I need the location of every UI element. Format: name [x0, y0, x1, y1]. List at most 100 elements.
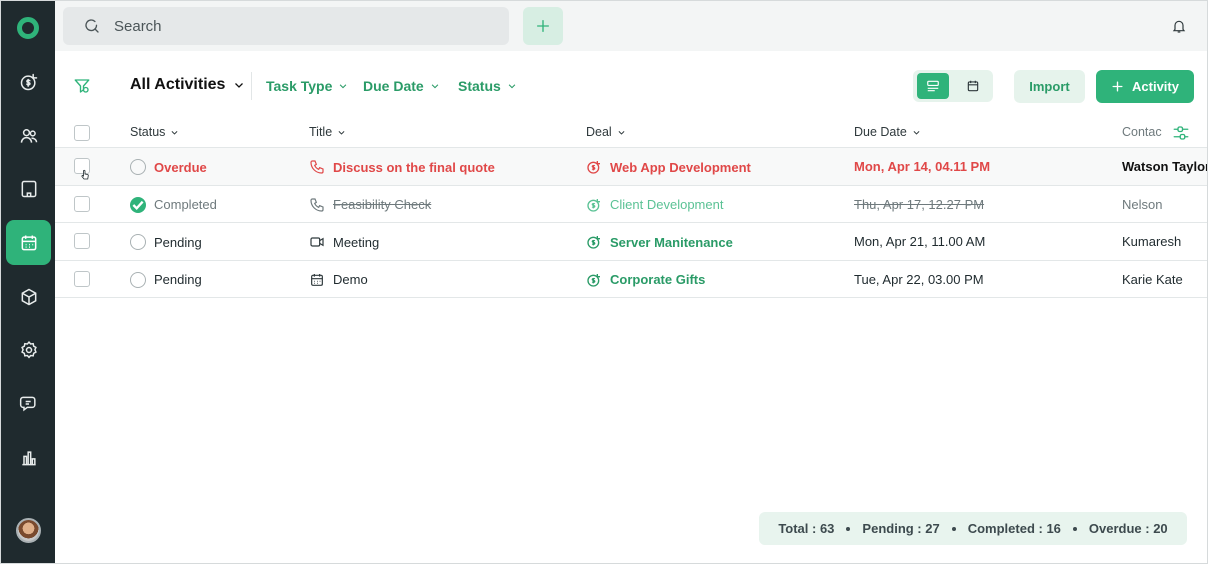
search-icon	[85, 19, 99, 33]
contact-cell[interactable]: Kumaresh	[1122, 234, 1181, 249]
column-header-due-date[interactable]: Due Date	[854, 125, 921, 139]
title-cell[interactable]: Meeting	[309, 234, 379, 250]
row-checkbox[interactable]	[74, 270, 90, 287]
status-cell: Overdue	[130, 159, 207, 175]
summary-bar: Total : 63 Pending : 27 Completed : 16 O…	[759, 512, 1187, 545]
calendar-view-button[interactable]	[957, 73, 989, 99]
deal-cell[interactable]: Client Development	[586, 197, 723, 213]
column-header-label: Contac	[1122, 125, 1162, 139]
list-view-icon	[927, 80, 939, 92]
bar-chart-icon	[21, 450, 36, 465]
column-header-status[interactable]: Status	[130, 125, 179, 139]
add-activity-label: Activity	[1132, 79, 1179, 94]
chevron-down-icon	[508, 84, 516, 89]
view-title: All Activities	[130, 76, 226, 93]
deal-link: Client Development	[610, 197, 724, 212]
table-row[interactable]: Overdue Discuss on the final quote Web A…	[55, 148, 1207, 186]
deal-link: Server Manitenance	[610, 234, 733, 250]
phone-icon	[310, 197, 324, 212]
sidebar-item-contacts[interactable]	[6, 113, 51, 158]
contact-cell[interactable]: Karie Kate	[1122, 272, 1183, 287]
video-icon	[310, 237, 324, 247]
chevron-down-icon	[431, 84, 438, 89]
chevron-down-icon	[171, 130, 178, 135]
filter-status[interactable]: Status	[458, 78, 517, 94]
activities-table: Status Title Deal Due Date Contac Overdu…	[55, 117, 1207, 298]
sidebar-item-products[interactable]	[6, 274, 51, 319]
chevron-down-icon	[235, 83, 244, 88]
deal-target-icon	[587, 198, 600, 212]
list-view-button[interactable]	[917, 73, 949, 99]
sidebar-item-activities[interactable]	[6, 220, 51, 265]
view-toggle	[913, 70, 993, 102]
table-row[interactable]: Completed Feasibility Check Client Devel…	[55, 186, 1207, 223]
title-label: Demo	[333, 272, 368, 287]
sidebar-item-reports[interactable]	[6, 435, 51, 480]
due-date-cell: Thu, Apr 17, 12.27 PM	[854, 196, 985, 212]
column-header-deal[interactable]: Deal	[586, 125, 626, 139]
due-date-cell: Mon, Apr 14, 04.11 PM	[854, 159, 991, 174]
title-cell[interactable]: Discuss on the final quote	[309, 159, 495, 175]
deal-cell[interactable]: Web App Development	[586, 159, 751, 175]
app-logo[interactable]	[17, 17, 39, 39]
filter-due-date[interactable]: Due Date	[363, 78, 440, 94]
column-header-label: Due Date	[854, 125, 907, 139]
deal-cell[interactable]: Corporate Gifts	[586, 272, 705, 288]
row-checkbox[interactable]	[74, 233, 90, 249]
deal-target-icon	[587, 161, 600, 174]
users-icon	[20, 128, 37, 143]
hand-cursor-icon	[81, 169, 89, 180]
chevron-down-icon	[338, 130, 345, 135]
filter-task-type[interactable]: Task Type	[266, 78, 348, 94]
summary-completed: Completed : 16	[967, 521, 1061, 536]
filter-icon[interactable]	[73, 77, 91, 95]
title-label: Feasibility Check	[333, 197, 432, 212]
status-toggle[interactable]	[130, 271, 146, 288]
deal-link: Corporate Gifts	[610, 272, 706, 287]
column-header-contact[interactable]: Contac	[1122, 125, 1162, 139]
status-toggle[interactable]	[130, 234, 146, 250]
status-cell: Completed	[130, 196, 217, 213]
summary-pending: Pending : 27	[862, 521, 940, 536]
column-header-title[interactable]: Title	[309, 125, 346, 139]
title-cell[interactable]: Demo	[309, 272, 368, 288]
bell-icon[interactable]	[1171, 17, 1187, 35]
due-date-cell: Tue, Apr 22, 03.00 PM	[854, 271, 984, 287]
building-icon	[21, 180, 36, 197]
separator-dot	[1072, 526, 1077, 531]
top-bar: Search	[55, 1, 1207, 51]
select-all-checkbox[interactable]	[74, 125, 90, 141]
deal-target-icon	[587, 273, 600, 287]
sidebar-item-deals[interactable]	[6, 59, 51, 104]
quick-add-button[interactable]	[523, 7, 563, 45]
import-button[interactable]: Import	[1014, 70, 1085, 103]
status-toggle[interactable]	[130, 196, 146, 213]
status-toggle[interactable]	[130, 159, 146, 175]
deal-target-icon	[587, 236, 600, 249]
table-row[interactable]: Pending Demo Corporate Gifts Tue, Apr 22…	[55, 261, 1207, 298]
title-cell[interactable]: Feasibility Check	[309, 197, 431, 213]
due-date-cell: Mon, Apr 21, 11.00 AM	[854, 234, 986, 249]
avatar[interactable]	[16, 518, 41, 543]
deal-cell[interactable]: Server Manitenance	[586, 234, 733, 250]
sidebar-item-settings[interactable]	[6, 327, 51, 372]
status-label: Overdue	[154, 159, 207, 175]
status-cell: Pending	[130, 234, 202, 250]
summary-total: Total : 63	[778, 521, 835, 536]
search-input[interactable]: Search	[63, 7, 509, 45]
sidebar-item-support[interactable]	[6, 381, 51, 426]
deal-link: Web App Development	[610, 159, 751, 175]
view-selector[interactable]: All Activities	[130, 76, 245, 94]
row-checkbox[interactable]	[74, 195, 90, 212]
status-label: Pending	[154, 234, 202, 250]
status-label: Completed	[154, 197, 217, 212]
add-activity-button[interactable]: Activity	[1096, 70, 1194, 103]
separator-dot	[846, 526, 851, 531]
chevron-down-icon	[340, 84, 347, 89]
table-row[interactable]: Pending Meeting Server Manitenance Mon, …	[55, 223, 1207, 261]
sidebar-item-companies[interactable]	[6, 166, 51, 211]
column-settings-icon[interactable]	[1172, 124, 1190, 142]
contact-cell[interactable]: Watson Taylor	[1122, 159, 1207, 174]
chevron-down-icon	[913, 130, 920, 135]
contact-cell[interactable]: Nelson	[1122, 197, 1162, 212]
